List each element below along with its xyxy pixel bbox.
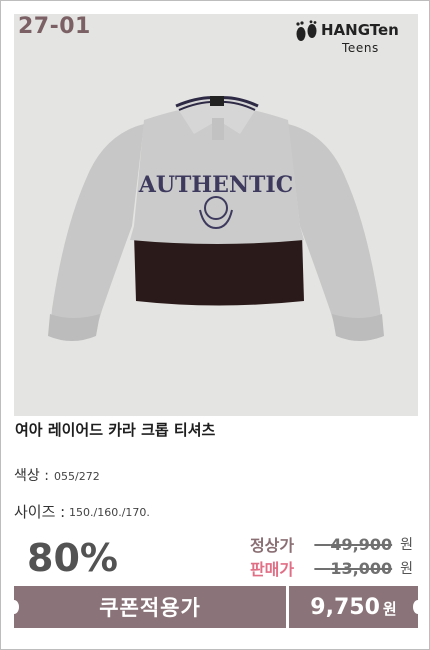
footprints-icon <box>296 20 317 41</box>
coupon-price-bar[interactable]: 쿠폰적용가 9,750 원 <box>14 586 418 628</box>
product-title[interactable]: 여아 레이어드 카라 크롭 티셔츠 <box>15 419 215 440</box>
color-label: 색상 : <box>14 468 49 484</box>
sale-price-row: 판매가 13,000 원 <box>249 557 413 580</box>
product-image[interactable]: AUTHENTIC 27-01 HANGTen Teens <box>14 14 418 416</box>
final-price: 9,750 원 <box>289 586 418 628</box>
brand-sub: Teens <box>342 41 379 55</box>
product-card[interactable]: AUTHENTIC 27-01 HANGTen Teens 여아 레이어드 카라… <box>0 0 430 650</box>
svg-text:AUTHENTIC: AUTHENTIC <box>138 172 293 198</box>
regular-price-label: 정상가 <box>249 536 295 555</box>
product-code: 27-01 <box>18 14 91 39</box>
sale-price: 13,000 <box>304 559 392 578</box>
coupon-price-button[interactable]: 쿠폰적용가 <box>14 586 286 628</box>
final-price-unit: 원 <box>382 600 397 618</box>
regular-price-unit: 원 <box>400 537 413 553</box>
sale-price-unit: 원 <box>400 561 413 577</box>
shirt-illustration: AUTHENTIC <box>48 96 384 341</box>
ticket-notch-right <box>413 600 423 614</box>
brand-name: HANGTen <box>321 21 399 39</box>
final-price-value: 9,750 <box>310 594 380 620</box>
discount-rate: 80% <box>27 536 118 580</box>
ticket-notch-left <box>9 600 19 614</box>
brand-logo: HANGTen Teens <box>294 18 404 58</box>
size-value: 150./160./170. <box>69 506 150 519</box>
size-label: 사이즈 : <box>14 503 66 521</box>
regular-price-row: 정상가 49,900 원 <box>249 533 413 556</box>
regular-price: 49,900 <box>304 535 392 554</box>
color-value: 055/272 <box>54 470 100 483</box>
sale-price-label: 판매가 <box>249 560 295 579</box>
